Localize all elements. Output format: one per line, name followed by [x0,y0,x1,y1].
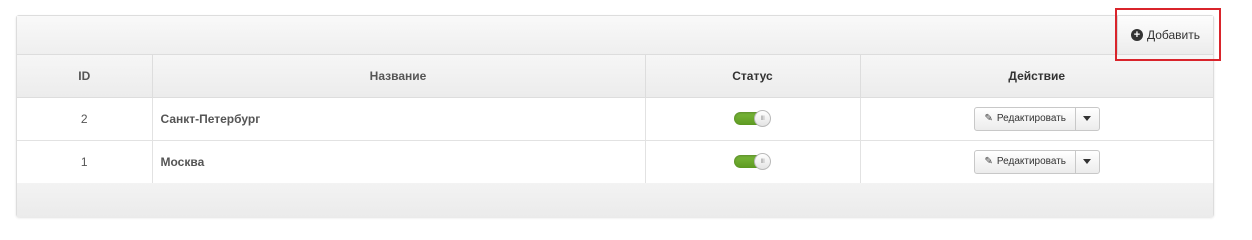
caret-down-icon [1083,116,1092,121]
action-cell: ✎ Редактировать [860,140,1213,184]
row-id: 1 [17,140,153,184]
toggle-knob: III [754,153,771,170]
status-cell: III [645,140,861,184]
row-name: Санкт-Петербург [152,97,646,141]
edit-button[interactable]: ✎ Редактировать [975,107,1076,130]
row-id: 2 [17,97,153,141]
action-cell: ✎ Редактировать [860,97,1213,141]
action-button-group: ✎ Редактировать [973,149,1100,174]
table-row: 1 Москва III ✎ Редактировать [17,140,1213,184]
panel-footer [17,183,1213,217]
column-header-action: Действие [860,55,1213,98]
table-header-row: ID Название Статус Действие [17,55,1213,98]
status-toggle[interactable]: III [734,110,771,127]
edit-button-label: Редактировать [996,156,1066,167]
add-button[interactable]: + Добавить [1117,16,1213,54]
table-row: 2 Санкт-Петербург III ✎ Редактировать [17,97,1213,141]
column-header-name[interactable]: Название [152,55,646,98]
column-header-id[interactable]: ID [17,55,153,98]
action-dropdown-button[interactable] [1076,108,1099,130]
pencil-icon: ✎ [984,113,993,124]
caret-down-icon [1083,159,1092,164]
cities-table: ID Название Статус Действие 2 Санкт-Пете… [17,55,1213,184]
action-dropdown-button[interactable] [1076,151,1099,173]
status-toggle[interactable]: III [734,153,771,170]
column-header-status[interactable]: Статус [645,55,861,98]
row-name: Москва [152,140,646,184]
action-button-group: ✎ Редактировать [973,106,1100,131]
cities-panel: + Добавить ID Название Статус Действие 2… [16,15,1214,217]
add-button-label: Добавить [1146,28,1201,42]
pencil-icon: ✎ [984,156,993,167]
plus-circle-icon: + [1130,29,1143,41]
edit-button-label: Редактировать [996,113,1066,124]
panel-toolbar: + Добавить [17,16,1213,55]
status-cell: III [645,97,861,141]
toggle-knob: III [754,110,771,127]
edit-button[interactable]: ✎ Редактировать [975,150,1076,173]
